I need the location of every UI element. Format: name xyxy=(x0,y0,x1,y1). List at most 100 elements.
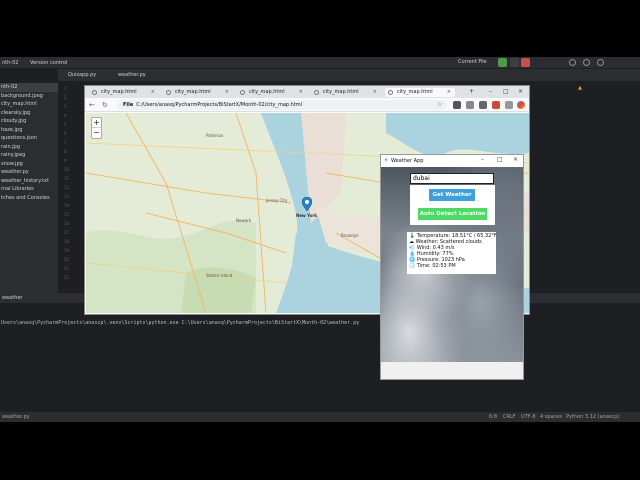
location-marker-icon[interactable] xyxy=(302,197,312,211)
page-icon xyxy=(240,90,245,95)
weather-results: 🌡 Temperature: 18.51°C / 65.32°F ☁ Weath… xyxy=(407,232,497,274)
file-item[interactable]: city_map.html xyxy=(0,100,58,109)
line-number: 15 xyxy=(64,212,70,217)
user-icon[interactable] xyxy=(597,59,604,66)
file-item[interactable]: weather_history.txt xyxy=(0,177,58,186)
status-interpreter[interactable]: Python 3.12 (anascp) xyxy=(566,414,619,420)
line-number: 10 xyxy=(64,167,70,172)
line-number: 4 xyxy=(64,113,67,118)
line-number: 6 xyxy=(64,131,67,136)
minimize-icon[interactable]: – xyxy=(481,156,484,163)
close-icon[interactable]: × xyxy=(518,88,523,95)
line-number: 22 xyxy=(64,275,70,280)
run-button[interactable] xyxy=(498,58,507,67)
page-icon xyxy=(314,90,319,95)
terminal-tab-weather[interactable]: weather xyxy=(2,295,23,301)
page-icon xyxy=(388,90,393,95)
debug-button[interactable] xyxy=(510,58,519,67)
extension-icon[interactable] xyxy=(466,101,474,109)
weather-title-bar: ⚡ Weather App – □ × xyxy=(381,155,523,167)
search-icon[interactable] xyxy=(569,59,576,66)
extension-icon[interactable] xyxy=(479,101,487,109)
window-footer xyxy=(381,362,523,379)
line-number: 18 xyxy=(64,239,70,244)
close-tab-icon[interactable]: × xyxy=(151,88,155,97)
url-field[interactable]: File C:/Users/anasq/PycharmProjects/BiSta… xyxy=(117,100,447,110)
tree-item-external-libraries[interactable]: rnal Libraries xyxy=(0,185,58,194)
get-weather-button[interactable]: Get Weather xyxy=(429,189,475,201)
file-item[interactable]: weather.py xyxy=(0,168,58,177)
minimize-icon[interactable]: – xyxy=(489,88,492,95)
project-tree-root[interactable]: nth-02 xyxy=(0,83,58,92)
file-item[interactable]: rain.jpg xyxy=(0,143,58,152)
status-caret[interactable]: 6:8 xyxy=(489,414,497,420)
project-tree: nth-02 background.jpeg city_map.html cle… xyxy=(0,83,58,293)
close-tab-icon[interactable]: × xyxy=(299,88,303,97)
terminal-output[interactable]: Users\anasq\PycharmProjects\anascp\.venv… xyxy=(0,303,640,412)
stop-button[interactable] xyxy=(521,58,530,67)
desktop-screen: nth-02 Version control Current File Quiz… xyxy=(0,57,640,422)
file-item[interactable]: questions.json xyxy=(0,134,58,143)
time-text: 🕒 Time: 02:53 PM xyxy=(409,263,456,269)
close-icon[interactable]: × xyxy=(513,156,518,163)
file-item[interactable]: snow.jpg xyxy=(0,160,58,169)
file-item[interactable]: haze.jpg xyxy=(0,126,58,135)
vcs-menu[interactable]: Version control xyxy=(30,60,90,66)
editor-tab-quizapp[interactable]: Quizapp.py xyxy=(68,72,96,78)
extension-icon[interactable] xyxy=(492,101,500,109)
terminal-command: Users\anasq\PycharmProjects\anascp\.venv… xyxy=(1,320,360,326)
line-number: 7 xyxy=(64,140,67,145)
browser-tab-active[interactable]: city_map.html × xyxy=(385,88,455,97)
warning-marker-icon[interactable]: ▲ xyxy=(578,85,582,91)
menu-icon[interactable] xyxy=(505,101,513,109)
browser-tab[interactable]: city_map.html × xyxy=(311,88,381,97)
editor-tab-weather[interactable]: weather.py xyxy=(118,72,146,78)
line-number: 17 xyxy=(64,230,70,235)
page-icon xyxy=(166,90,171,95)
file-item[interactable]: rainy.jpeg xyxy=(0,151,58,160)
status-file[interactable]: weather.py xyxy=(2,414,30,420)
auto-detect-location-button[interactable]: Auto Detect Location xyxy=(418,208,487,220)
status-encoding[interactable]: UTF-8 xyxy=(521,414,536,420)
status-indent[interactable]: 4 spaces xyxy=(540,414,562,420)
project-selector[interactable]: nth-02 xyxy=(0,60,30,66)
line-number-gutter: 1 2 3 4 5 6 7 8 9 10 11 12 13 14 15 16 17 18 19 20 21 22 xyxy=(64,84,69,282)
line-number: 11 xyxy=(64,176,70,181)
bookmark-star-icon[interactable]: ☆ xyxy=(437,101,442,108)
file-item[interactable]: background.jpeg xyxy=(0,92,58,101)
window-title: Weather App xyxy=(391,158,424,164)
browser-tab[interactable]: city_map.html × xyxy=(89,88,159,97)
line-number: 8 xyxy=(64,149,67,154)
maximize-icon[interactable]: □ xyxy=(503,88,509,95)
status-line-ending[interactable]: CRLF xyxy=(503,414,516,420)
file-item[interactable]: clearsky.jpg xyxy=(0,109,58,118)
settings-icon[interactable] xyxy=(583,59,590,66)
status-bar: weather.py 6:8 CRLF UTF-8 4 spaces Pytho… xyxy=(0,412,640,422)
line-number: 20 xyxy=(64,257,70,262)
maximize-icon[interactable]: □ xyxy=(497,156,503,163)
zoom-out-button[interactable]: − xyxy=(92,128,101,138)
tree-item-scratches[interactable]: tches and Consoles xyxy=(0,194,58,203)
back-icon[interactable]: ← xyxy=(89,101,95,109)
new-tab-icon[interactable]: + xyxy=(469,88,474,95)
close-tab-icon[interactable]: × xyxy=(373,88,377,97)
browser-tab[interactable]: city_map.html × xyxy=(237,88,307,97)
line-number: 13 xyxy=(64,194,70,199)
page-icon xyxy=(92,90,97,95)
close-tab-icon[interactable]: × xyxy=(225,88,229,97)
map-label: Paterson xyxy=(206,133,224,138)
line-number: 9 xyxy=(64,158,67,163)
zoom-in-button[interactable]: + xyxy=(92,118,101,128)
map-label: New York xyxy=(296,213,318,218)
reload-icon[interactable]: ↻ xyxy=(102,101,108,109)
browser-logo-icon[interactable] xyxy=(517,101,525,109)
file-item[interactable]: cloudy.jpg xyxy=(0,117,58,126)
extension-icon[interactable] xyxy=(453,101,461,109)
map-label: Staten Island xyxy=(206,273,233,278)
line-number: 2 xyxy=(64,95,67,100)
city-input[interactable]: dubai xyxy=(410,173,494,184)
run-config-selector[interactable]: Current File xyxy=(458,59,487,65)
close-tab-icon[interactable]: × xyxy=(447,88,451,97)
browser-tab[interactable]: city_map.html × xyxy=(163,88,233,97)
line-number: 19 xyxy=(64,248,70,253)
